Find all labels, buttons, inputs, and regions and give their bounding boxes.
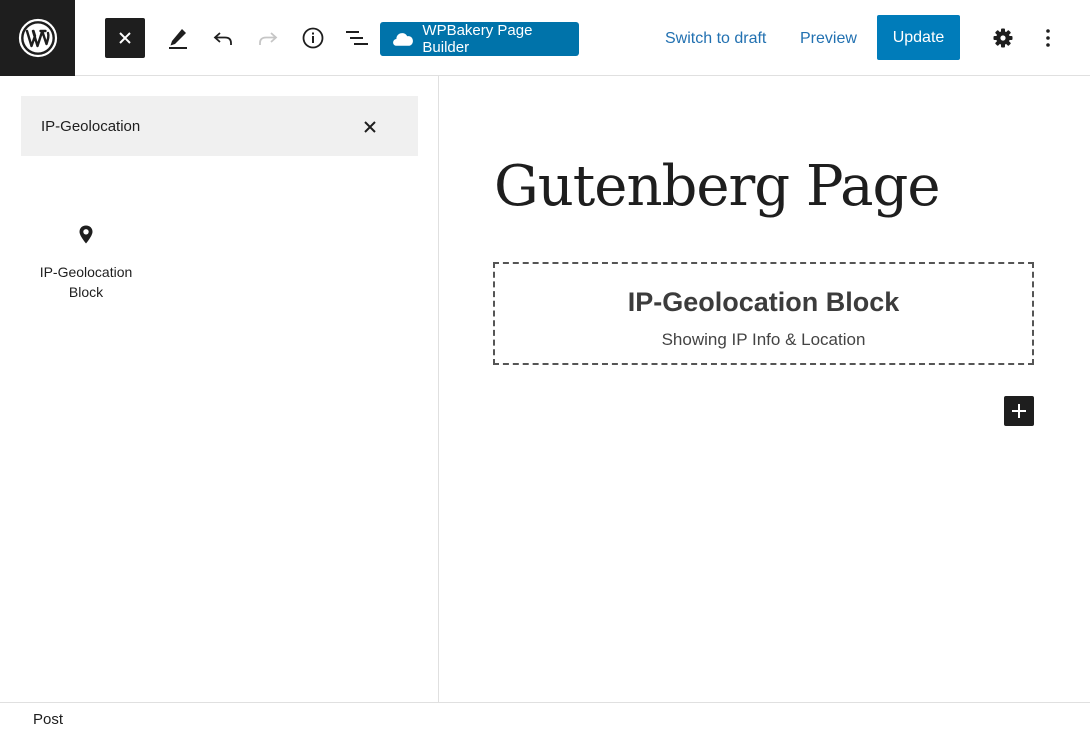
document-overview-button[interactable]	[343, 24, 371, 52]
preview-button[interactable]: Preview	[800, 30, 857, 48]
ip-geolocation-block[interactable]: IP-Geolocation Block Showing IP Info & L…	[493, 262, 1034, 365]
wordpress-logo-button[interactable]	[0, 0, 75, 76]
options-button[interactable]	[1034, 24, 1062, 52]
map-pin-icon	[79, 225, 93, 244]
clear-search-button[interactable]	[359, 116, 381, 138]
block-inserter-panel: IP-Geolocation Block	[0, 76, 439, 702]
close-inserter-button[interactable]	[105, 18, 145, 58]
ip-geolocation-block-title: IP-Geolocation Block	[627, 287, 900, 317]
redo-icon	[259, 32, 278, 45]
close-icon	[119, 32, 131, 44]
undo-icon	[213, 32, 232, 45]
block-breadcrumb-bar: Post	[0, 702, 1090, 732]
block-result-label: IP-Geolocation Block	[39, 264, 133, 300]
gear-icon	[993, 28, 1013, 48]
block-search	[21, 96, 418, 156]
wpbakery-label: WPBakery Page Builder	[422, 22, 533, 56]
undo-button[interactable]	[209, 24, 237, 52]
list-view-icon	[346, 31, 368, 45]
tools-button[interactable]	[164, 24, 192, 52]
plus-icon	[1012, 404, 1026, 418]
ip-geolocation-block-subtitle: Showing IP Info & Location	[661, 330, 866, 349]
more-vertical-icon	[1046, 29, 1050, 47]
info-icon	[302, 27, 324, 49]
wpbakery-page-builder-button[interactable]: WPBakery Page Builder	[380, 22, 579, 56]
switch-to-draft-button[interactable]: Switch to draft	[665, 30, 766, 48]
update-button[interactable]: Update	[877, 15, 960, 60]
add-block-button[interactable]	[1004, 396, 1034, 426]
settings-button[interactable]	[989, 24, 1017, 52]
breadcrumb-post[interactable]: Post	[33, 711, 63, 728]
block-result-ip-geolocation[interactable]: IP-Geolocation Block	[22, 224, 150, 324]
close-icon	[364, 121, 376, 133]
wpbakery-cloud-icon	[393, 33, 413, 46]
block-search-input[interactable]	[41, 96, 341, 156]
wordpress-icon	[18, 18, 57, 58]
post-title[interactable]: Gutenberg Page	[494, 154, 940, 219]
editor-header: WPBakery Page Builder Switch to draft Pr…	[0, 0, 1090, 76]
details-button[interactable]	[299, 24, 327, 52]
redo-button[interactable]	[254, 24, 282, 52]
editor-canvas: Gutenberg Page IP-Geolocation Block Show…	[439, 76, 1090, 702]
pencil-icon	[169, 29, 187, 49]
